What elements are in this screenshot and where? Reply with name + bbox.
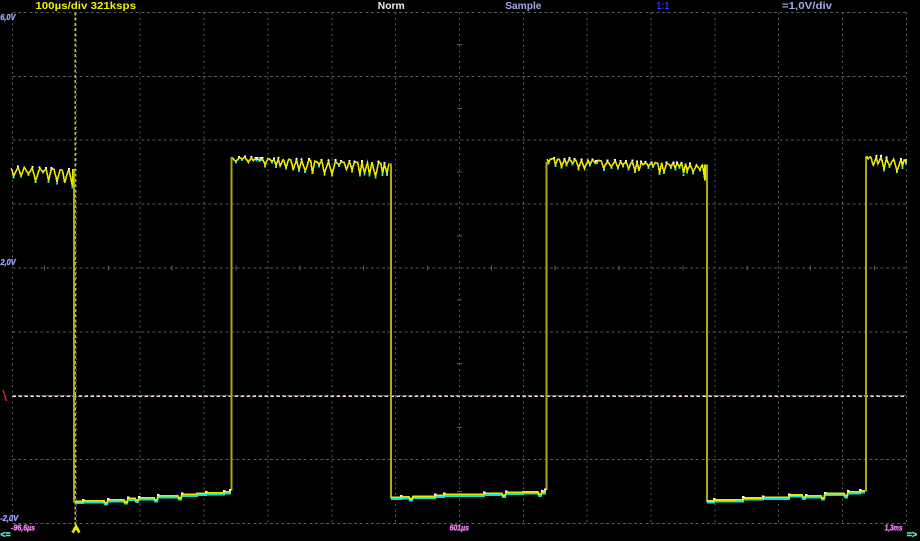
svg-text:=1,0V/div: =1,0V/div xyxy=(782,0,832,12)
svg-text:2,0V: 2,0V xyxy=(0,258,16,267)
svg-text:=>: => xyxy=(907,529,917,539)
svg-text:<=: <= xyxy=(0,529,10,539)
svg-text:1:1: 1:1 xyxy=(656,0,669,12)
svg-text:100µs/div 321ksps: 100µs/div 321ksps xyxy=(35,0,136,12)
svg-text:-96,6µs: -96,6µs xyxy=(11,523,36,532)
svg-text:601µs: 601µs xyxy=(450,523,470,532)
svg-text:Sample: Sample xyxy=(505,0,541,12)
svg-text:6,0V: 6,0V xyxy=(0,13,16,22)
svg-text:Norm: Norm xyxy=(378,0,405,12)
svg-text:1,3ms: 1,3ms xyxy=(885,523,903,532)
svg-text:-2,0V: -2,0V xyxy=(0,514,19,523)
